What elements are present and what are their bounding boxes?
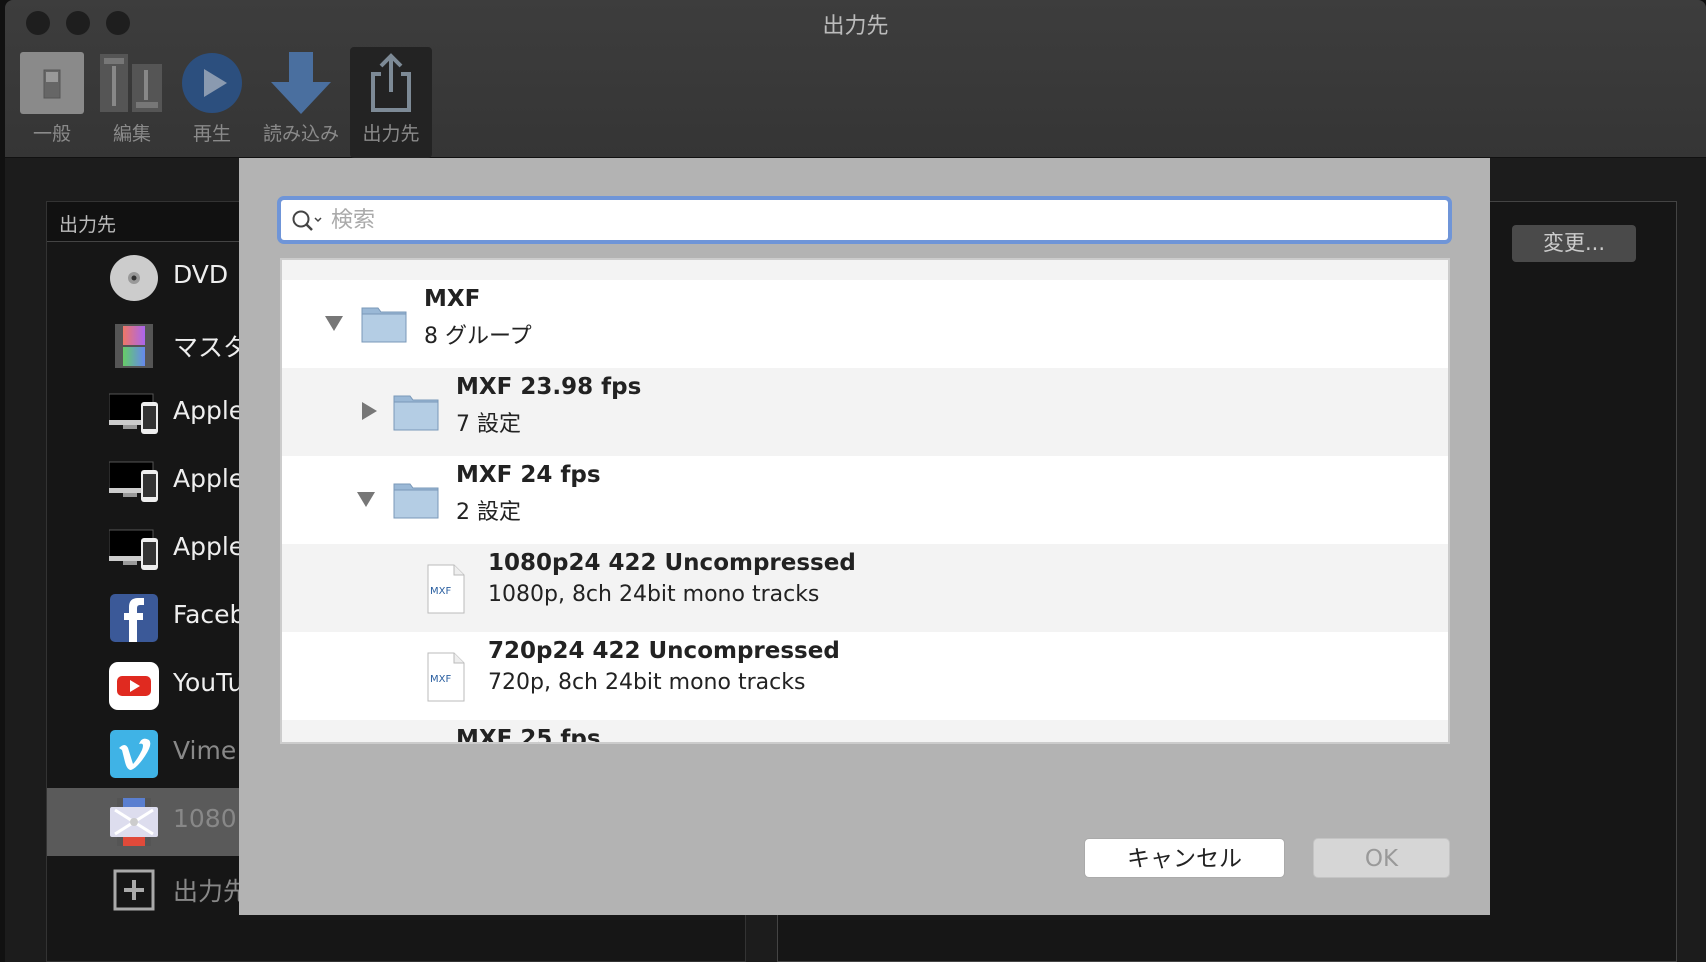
tab-label: 一般 xyxy=(32,123,71,145)
cancel-button[interactable]: キャンセル xyxy=(1084,838,1285,878)
row-subtitle: 8 グループ xyxy=(424,324,532,349)
row-title: MXF 23.98 fps xyxy=(456,374,642,400)
tab-label: 再生 xyxy=(192,123,231,145)
list-item-1080p24[interactable]: MXF 1080p24 422 Uncompressed 1080p, 8ch … xyxy=(282,544,1448,632)
download-arrow-icon xyxy=(271,52,331,114)
preset-picker-dialog: MXF 8 グループ MXF 23.98 fps 7 設定 MXF 24 fps… xyxy=(239,158,1490,915)
disclosure-collapsed-icon[interactable] xyxy=(362,402,377,420)
list-item-mxf-25[interactable]: MXF 25 fps xyxy=(282,720,1448,744)
apple-devices-icon xyxy=(109,393,158,434)
ok-button[interactable]: OK xyxy=(1313,838,1450,878)
play-icon xyxy=(182,53,242,113)
facebook-icon xyxy=(110,594,158,642)
switch-icon xyxy=(20,52,84,114)
svg-text:MXF: MXF xyxy=(430,586,451,597)
sidebar-item-label: 1080 xyxy=(173,804,237,833)
preferences-window: 出力先 一般 編集 再生 読み込み 出力先 出力先 DVD マスタ Apple … xyxy=(5,0,1706,962)
tab-general[interactable]: 一般 xyxy=(11,47,93,158)
tab-import[interactable]: 読み込み xyxy=(255,47,347,158)
tab-edit[interactable]: 編集 xyxy=(91,47,173,158)
sidebar-item-label: Faceb xyxy=(173,600,246,629)
disclosure-expanded-icon[interactable] xyxy=(357,492,375,507)
row-title: 1080p24 422 Uncompressed xyxy=(488,550,856,576)
youtube-icon xyxy=(109,662,159,710)
change-button[interactable]: 変更... xyxy=(1512,225,1636,262)
list-item-mxf[interactable]: MXF 8 グループ xyxy=(282,280,1448,368)
sidebar-item-label: Vime xyxy=(173,736,237,765)
preset-list[interactable]: MXF 8 グループ MXF 23.98 fps 7 設定 MXF 24 fps… xyxy=(280,258,1450,744)
sidebar-item-label: 出力先 xyxy=(173,877,249,906)
tab-destinations[interactable]: 出力先 xyxy=(350,47,432,158)
tab-label: 出力先 xyxy=(362,123,420,145)
sidebar-item-label: マスタ xyxy=(173,333,249,362)
row-title: MXF 25 fps xyxy=(456,726,601,744)
row-title: 720p24 422 Uncompressed xyxy=(488,638,840,664)
list-item-720p24[interactable]: MXF 720p24 422 Uncompressed 720p, 8ch 24… xyxy=(282,632,1448,720)
compressor-preset-icon xyxy=(110,798,158,846)
sidebar-item-label: YouTu xyxy=(173,668,244,697)
mxf-document-icon: MXF xyxy=(427,564,465,614)
disclosure-expanded-icon[interactable] xyxy=(325,316,343,331)
mxf-document-icon: MXF xyxy=(427,652,465,702)
list-item-mxf-24[interactable]: MXF 24 fps 2 設定 xyxy=(282,456,1448,544)
row-subtitle: 2 設定 xyxy=(456,500,521,525)
window-title: 出力先 xyxy=(822,14,889,39)
plus-box-icon xyxy=(113,869,155,911)
master-file-icon xyxy=(115,324,153,368)
toolbar: 出力先 一般 編集 再生 読み込み 出力先 xyxy=(5,0,1706,158)
dvd-disc-icon xyxy=(110,255,158,301)
folder-icon xyxy=(393,483,439,519)
row-subtitle: 7 設定 xyxy=(456,412,521,437)
film-edit-icon xyxy=(100,54,162,112)
svg-text:MXF: MXF xyxy=(430,674,451,685)
row-title: MXF xyxy=(424,286,481,312)
search-icon xyxy=(292,210,322,231)
sidebar-item-label: Apple xyxy=(173,396,245,425)
tab-label: 編集 xyxy=(112,123,151,145)
share-icon xyxy=(371,53,411,112)
list-item-mxf-2398[interactable]: MXF 23.98 fps 7 設定 xyxy=(282,368,1448,456)
folder-icon xyxy=(361,307,407,343)
folder-icon xyxy=(393,395,439,431)
row-subtitle: 720p, 8ch 24bit mono tracks xyxy=(488,670,806,695)
tab-label: 読み込み xyxy=(262,123,339,145)
sidebar-item-label: Apple xyxy=(173,464,245,493)
row-title: MXF 24 fps xyxy=(456,462,601,488)
sidebar-item-label: DVD xyxy=(173,260,229,289)
search-input[interactable] xyxy=(331,200,1448,240)
tab-playback[interactable]: 再生 xyxy=(171,47,253,158)
sidebar-item-label: Apple xyxy=(173,532,245,561)
apple-devices-icon xyxy=(109,529,158,570)
apple-devices-icon xyxy=(109,461,158,502)
vimeo-icon xyxy=(110,730,158,778)
search-field[interactable] xyxy=(277,196,1452,244)
row-subtitle: 1080p, 8ch 24bit mono tracks xyxy=(488,582,820,607)
